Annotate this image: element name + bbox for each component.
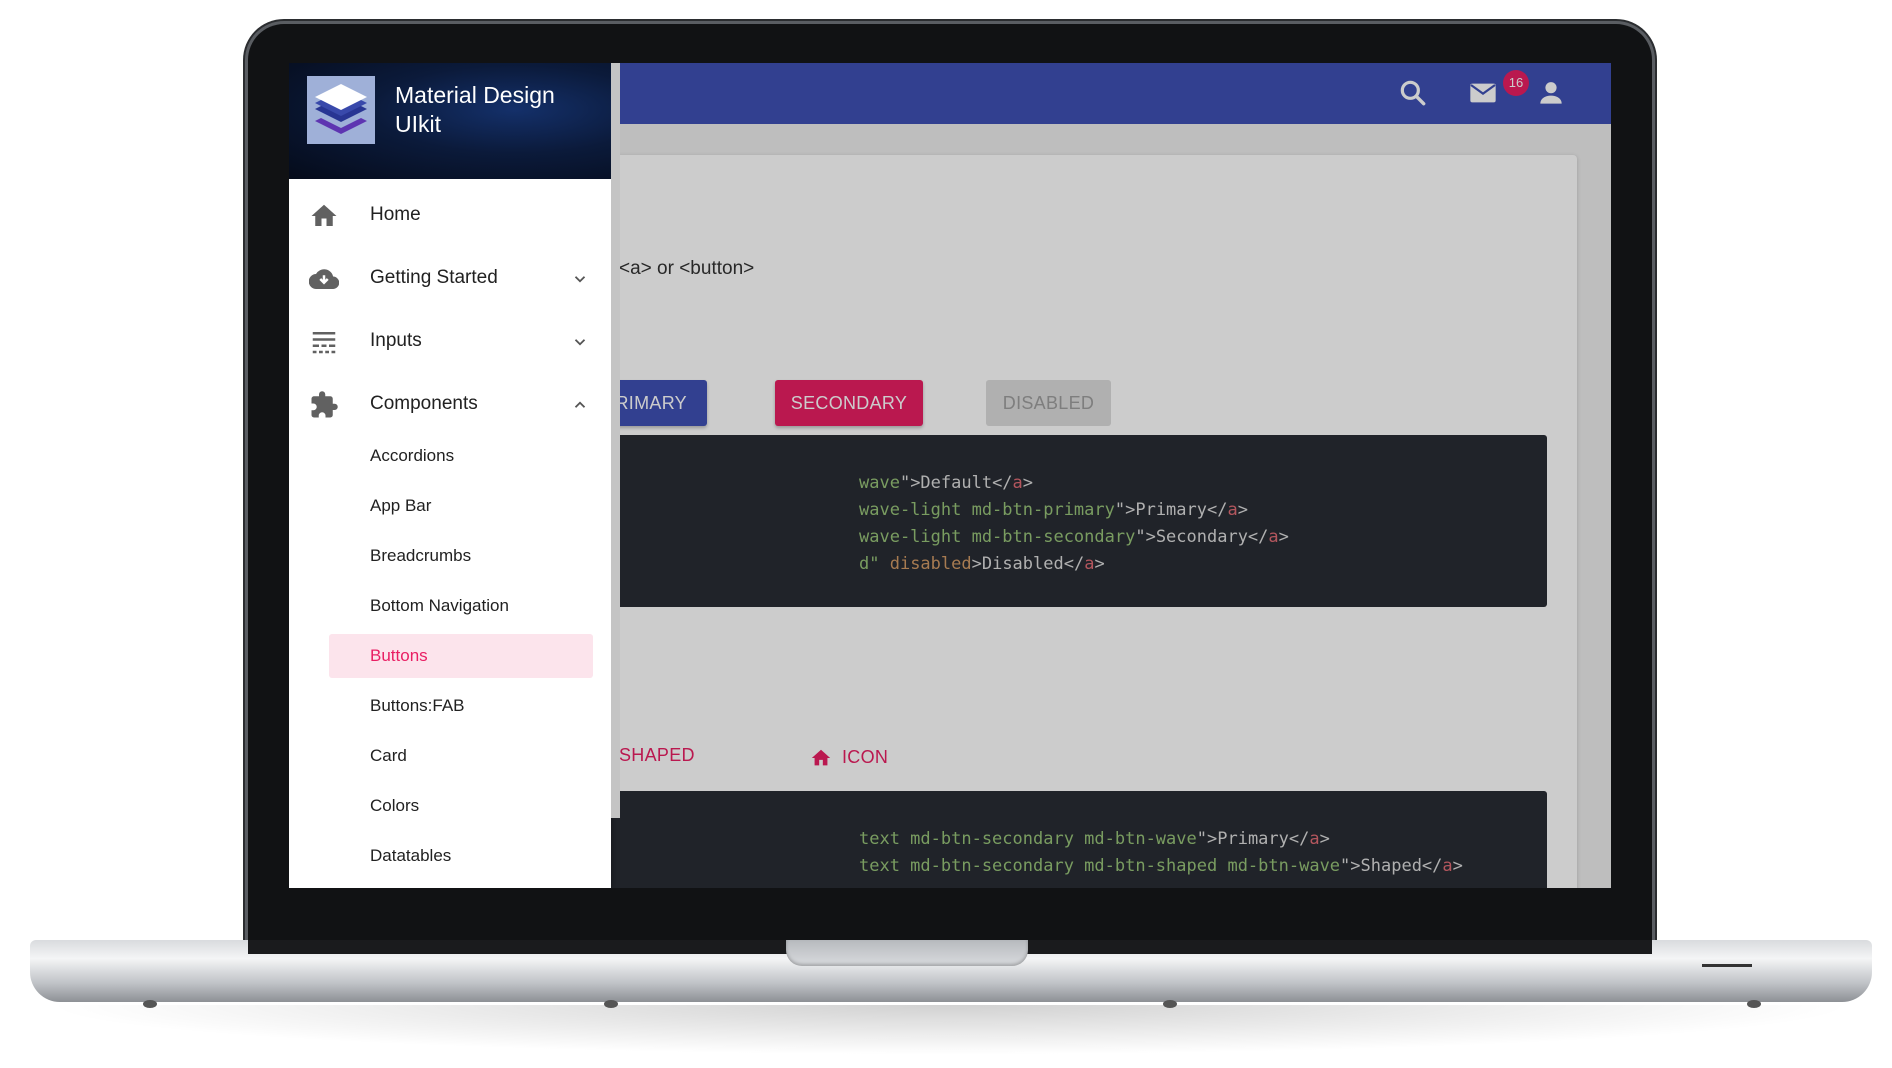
sub-item-app-bar[interactable]: App Bar [329,484,593,528]
laptop-notch [786,940,1028,966]
laptop-foot [1747,1000,1761,1008]
drawer-scrollbar[interactable] [611,63,620,818]
nav-item-inputs[interactable]: Inputs [289,312,611,372]
sub-item-accordions[interactable]: Accordions [329,434,593,478]
drawer-header: Material Design UIkit [289,63,611,179]
laptop-foot [1163,1000,1177,1008]
sub-item-label: Breadcrumbs [370,546,472,565]
nav-item-label: Home [370,204,421,225]
sub-item-bottom-navigation[interactable]: Bottom Navigation [329,584,593,628]
sub-item-label: Accordions [370,446,455,465]
sub-item-label: Bottom Navigation [370,596,509,615]
nav-item-home[interactable]: Home [289,186,611,246]
drawer-title: Material Design UIkit [395,81,555,139]
sub-item-label: Colors [370,796,420,815]
logo-icon [307,76,375,144]
nav-item-getting-started[interactable]: Getting Started [289,249,611,309]
chevron-down-icon [574,276,586,283]
sub-item-buttons[interactable]: Buttons [329,634,593,678]
sub-item-label: App Bar [370,496,432,515]
home-icon [311,204,337,226]
nav-item-label: Getting Started [370,267,498,288]
sub-item-label: Buttons [370,646,428,665]
nav-item-label: Inputs [370,330,422,351]
inputs-icon [312,332,336,354]
drawer-title-line: UIkit [395,111,441,137]
sub-item-buttons-fab[interactable]: Buttons:FAB [329,684,593,728]
sub-item-datatables[interactable]: Datatables [329,834,593,878]
chevron-down-icon [574,339,586,346]
laptop-slot [1702,964,1752,967]
drawer-title-line: Material Design [395,82,555,108]
puzzle-icon [311,391,338,418]
laptop-screen: lkit 16 <a> or <button> PRIMARY SECOND [289,63,1611,888]
laptop-shadow [40,1005,1860,1055]
nav-item-components[interactable]: Components [289,375,611,435]
sub-item-breadcrumbs[interactable]: Breadcrumbs [329,534,593,578]
cloud-download-icon [309,269,339,290]
sub-item-colors[interactable]: Colors [329,784,593,828]
laptop-mockup: lkit 16 <a> or <button> PRIMARY SECOND [0,0,1892,1068]
sub-item-label: Datatables [370,846,452,865]
nav-item-label: Components [370,393,478,414]
laptop-foot [143,1000,157,1008]
laptop-foot [604,1000,618,1008]
sub-item-card[interactable]: Card [329,734,593,778]
sub-item-label: Card [370,746,407,765]
chevron-up-icon [574,401,586,408]
nav-drawer: Material Design UIkit Home Getting Start… [289,63,611,888]
sub-item-label: Buttons:FAB [370,696,465,715]
